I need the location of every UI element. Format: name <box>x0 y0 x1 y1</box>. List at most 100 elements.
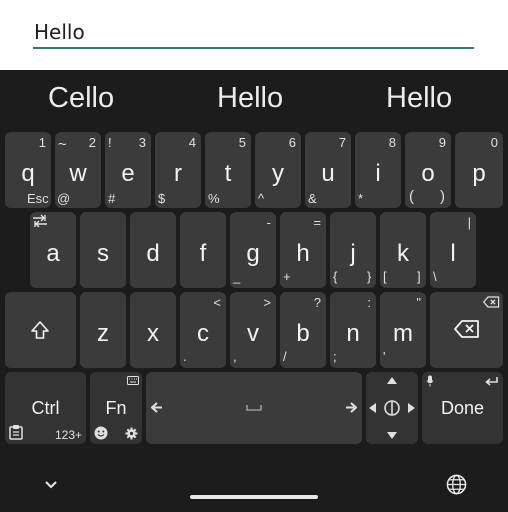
backspace-key[interactable] <box>430 292 503 368</box>
gesture-handle[interactable] <box>190 495 318 499</box>
key-l[interactable]: | l \ <box>430 212 476 288</box>
key-e-alt: 3 <box>138 135 146 150</box>
key-w-label: w <box>69 160 87 187</box>
key-d-label: d <box>146 240 160 267</box>
key-z[interactable]: z <box>80 292 126 368</box>
text-input-underline <box>33 47 474 49</box>
cursor-control-icon <box>369 377 415 439</box>
clipboard-icon <box>9 425 23 440</box>
key-a-label: a <box>46 240 60 267</box>
globe-icon[interactable] <box>446 474 467 495</box>
settings-gear-icon <box>125 427 138 440</box>
key-q-alt: 1 <box>38 135 46 150</box>
key-p-alt: 0 <box>490 135 498 150</box>
suggestion-1[interactable]: Cello <box>48 82 114 115</box>
key-u-label: u <box>321 160 335 187</box>
key-s[interactable]: s <box>80 212 126 288</box>
fn-key-label: Fn <box>105 398 127 418</box>
key-c[interactable]: < c . <box>180 292 226 368</box>
navigation-bar <box>0 460 508 512</box>
key-v[interactable]: > v , <box>230 292 276 368</box>
cursor-control-key[interactable] <box>366 372 418 444</box>
key-g-alt: - <box>266 215 271 230</box>
key-c-label: c <box>197 320 209 347</box>
key-r-label: r <box>174 160 182 187</box>
key-w-alt-at: @ <box>57 191 71 206</box>
key-y[interactable]: 6 y ^ <box>255 132 301 208</box>
key-m[interactable]: " m ' <box>380 292 426 368</box>
key-v-alt: > <box>263 295 271 310</box>
key-w[interactable]: ~ 2 w @ <box>55 132 101 208</box>
key-l-label: l <box>450 240 456 267</box>
key-v-label: v <box>247 320 259 347</box>
key-x-label: x <box>147 320 159 347</box>
key-b-alt-slash: / <box>283 349 287 364</box>
shift-icon <box>31 321 49 339</box>
key-k-label: k <box>397 240 409 267</box>
key-g[interactable]: - g _ <box>230 212 276 288</box>
done-key[interactable]: Done <box>422 372 503 444</box>
key-h-label: h <box>296 240 310 267</box>
key-o-alt: 9 <box>438 135 446 150</box>
key-n-label: n <box>346 320 360 347</box>
key-o[interactable]: 9 o ( ) <box>405 132 451 208</box>
key-r[interactable]: 4 r $ <box>155 132 201 208</box>
key-k[interactable]: k [ ] <box>380 212 426 288</box>
key-j[interactable]: j { } <box>330 212 376 288</box>
key-y-label: y <box>272 160 284 187</box>
ctrl-key-label: Ctrl <box>31 398 60 418</box>
key-c-alt: < <box>213 295 221 310</box>
key-s-label: s <box>97 240 109 267</box>
key-g-alt-underscore: _ <box>233 269 241 284</box>
key-e-alt-hash: # <box>108 191 116 206</box>
key-h[interactable]: = h + <box>280 212 326 288</box>
key-n-alt: : <box>367 295 371 310</box>
key-t-label: t <box>224 160 232 187</box>
chevron-down-icon[interactable] <box>44 480 58 489</box>
key-a[interactable]: a <box>30 212 76 288</box>
key-o-alt-rparen: ) <box>440 188 445 205</box>
key-l-alt-backslash: \ <box>433 269 437 284</box>
key-m-label: m <box>393 320 413 347</box>
suggestion-2[interactable]: Hello <box>217 82 283 115</box>
backspace-icon <box>454 320 479 338</box>
key-y-alt-caret: ^ <box>258 191 265 206</box>
key-y-alt: 6 <box>288 135 296 150</box>
key-k-alt-rbracket: ] <box>417 269 421 284</box>
key-u-alt: 7 <box>338 135 346 150</box>
delete-word-icon <box>483 296 500 308</box>
ctrl-key[interactable]: Ctrl 123+ <box>5 372 86 444</box>
text-input-area[interactable]: Hello <box>0 0 508 70</box>
key-j-label: j <box>350 240 356 267</box>
key-h-alt-plus: + <box>283 269 291 284</box>
suggestion-3[interactable]: Hello <box>386 82 452 115</box>
key-n[interactable]: : n ; <box>330 292 376 368</box>
key-d[interactable]: d <box>130 212 176 288</box>
key-u[interactable]: 7 u & <box>305 132 351 208</box>
key-q[interactable]: 1 q Esc <box>5 132 51 208</box>
key-g-label: g <box>246 240 260 267</box>
key-l-alt: | <box>467 215 471 230</box>
key-b[interactable]: ? b / <box>280 292 326 368</box>
shift-key[interactable] <box>5 292 76 368</box>
key-q-esc: Esc <box>27 191 49 206</box>
key-p[interactable]: 0 p <box>455 132 503 208</box>
key-i-label: i <box>375 160 381 187</box>
key-e[interactable]: ! 3 e # <box>105 132 151 208</box>
space-key[interactable] <box>146 372 362 444</box>
key-e-label: e <box>121 160 135 187</box>
key-q-label: q <box>21 160 35 187</box>
key-t[interactable]: 5 t % <box>205 132 251 208</box>
key-r-alt-dollar: $ <box>158 191 166 206</box>
suggestion-strip: Cello Hello Hello <box>0 70 508 128</box>
key-h-alt: = <box>313 215 321 230</box>
key-f[interactable]: f <box>180 212 226 288</box>
num-layout-label: 123+ <box>55 428 83 442</box>
key-k-alt-lbracket: [ <box>383 269 387 284</box>
key-i[interactable]: 8 i * <box>355 132 401 208</box>
fn-key[interactable]: Fn <box>90 372 142 444</box>
key-x[interactable]: x <box>130 292 176 368</box>
key-c-alt-period: . <box>183 349 187 364</box>
tab-icon <box>33 214 47 228</box>
keyboard-icon <box>127 376 139 385</box>
